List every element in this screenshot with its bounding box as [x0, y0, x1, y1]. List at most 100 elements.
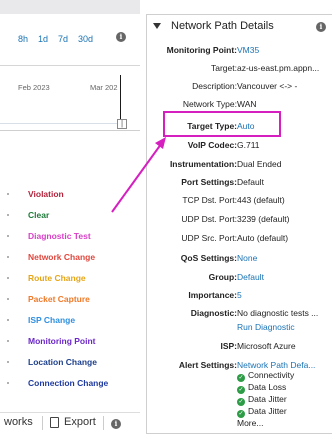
- chart-baseline: [0, 123, 118, 124]
- detail-link[interactable]: VM35: [237, 45, 332, 55]
- divider: [42, 416, 43, 430]
- legend-network-change: Network Change: [28, 252, 96, 262]
- detail-link[interactable]: Network Path Defa...: [237, 360, 332, 370]
- legend-diagnostic-test: Diagnostic Test: [28, 231, 91, 241]
- detail-link[interactable]: 5: [237, 290, 332, 300]
- legend-packet-capture: Packet Capture: [28, 294, 90, 304]
- detail-row: Monitoring Point: VM35: [147, 43, 332, 57]
- detail-value: 3239 (default): [237, 214, 290, 224]
- detail-value: G.711: [237, 140, 260, 150]
- collapse-triangle-icon[interactable]: [153, 23, 161, 29]
- alert-check-item: ✓ Data Jitter: [237, 406, 287, 418]
- export-button[interactable]: Export: [64, 416, 96, 428]
- info-icon[interactable]: i: [116, 32, 126, 42]
- legend-monitoring-point: Monitoring Point: [28, 336, 96, 346]
- legend-isp-change: ISP Change: [28, 315, 76, 325]
- timeframe-30d[interactable]: 30d: [78, 34, 93, 44]
- detail-row: ISP: Microsoft Azure: [147, 339, 332, 353]
- check-circle-icon: ✓: [237, 386, 245, 394]
- timeframe-toolbar: 8h 1d 7d 30d i: [0, 14, 140, 66]
- alert-check-item: ✓ Data Loss: [237, 382, 286, 394]
- detail-row: Instrumentation: Dual Ended: [147, 157, 332, 171]
- timeframe-8h[interactable]: 8h: [18, 34, 28, 44]
- detail-label: Port Settings:: [181, 177, 237, 187]
- alert-check-label: Data Jitter: [248, 406, 287, 416]
- more-link[interactable]: More...: [237, 418, 263, 428]
- detail-label: UDP Src. Port:: [181, 233, 237, 243]
- legend-connection-change: Connection Change: [28, 378, 109, 388]
- axis-label-mar: Mar 202: [90, 83, 118, 92]
- detail-row: UDP Src. Port: Auto (default): [147, 231, 332, 245]
- detail-value: Microsoft Azure: [237, 341, 296, 351]
- detail-row: Group: Default: [147, 270, 332, 284]
- detail-label: Diagnostic:: [190, 308, 237, 318]
- detail-label: Target:: [211, 63, 237, 73]
- networks-button[interactable]: works: [4, 416, 33, 428]
- detail-label: Monitoring Point:: [166, 45, 237, 55]
- detail-label: Network Type:: [182, 99, 237, 109]
- legend-clear: Clear: [28, 210, 50, 220]
- info-icon[interactable]: i: [316, 22, 326, 32]
- detail-row: Target: az-us-east.pm.appn...: [147, 61, 332, 75]
- legend-dot: [7, 235, 9, 237]
- check-circle-icon: ✓: [237, 398, 245, 406]
- alert-check-item: ✓ Data Jitter: [237, 394, 287, 406]
- detail-label: TCP Dst. Port:: [182, 195, 237, 205]
- detail-link[interactable]: Default: [237, 272, 332, 282]
- bottom-toolbar: works Export i: [0, 412, 140, 432]
- legend-route-change: Route Change: [28, 273, 86, 283]
- detail-value: Auto (default): [237, 233, 289, 243]
- highlight-box: [163, 111, 281, 137]
- detail-value: Dual Ended: [237, 159, 282, 169]
- detail-row: Diagnostic: No diagnostic tests ...: [147, 306, 332, 320]
- panel-header[interactable]: Network Path Details i: [147, 15, 332, 39]
- alert-check-label: Connectivity: [248, 370, 295, 380]
- detail-label: QoS Settings:: [180, 253, 237, 263]
- legend-dot: [7, 361, 9, 363]
- legend-dot: [7, 256, 9, 258]
- check-circle-icon: ✓: [237, 410, 245, 418]
- detail-value: Vancouver <-> -: [237, 81, 298, 91]
- check-circle-icon: ✓: [237, 374, 245, 382]
- detail-row: TCP Dst. Port: 443 (default): [147, 193, 332, 207]
- alert-check-item: ✓ Connectivity: [237, 370, 294, 382]
- detail-row: QoS Settings: None: [147, 251, 332, 265]
- detail-label: Importance:: [188, 290, 237, 300]
- document-icon: [50, 417, 59, 428]
- detail-label: Group:: [208, 272, 237, 282]
- detail-link[interactable]: Run Diagnostic: [237, 322, 332, 332]
- detail-row: UDP Dst. Port: 3239 (default): [147, 212, 332, 226]
- legend-dot: [7, 193, 9, 195]
- detail-value: No diagnostic tests ...: [237, 308, 319, 318]
- detail-label: Instrumentation:: [169, 159, 237, 169]
- detail-value: WAN: [237, 99, 257, 109]
- detail-row: VoIP Codec: G.711: [147, 138, 332, 152]
- axis-label-feb: Feb 2023: [18, 83, 50, 92]
- legend-dot: [7, 214, 9, 216]
- timeframe-1d[interactable]: 1d: [38, 34, 48, 44]
- legend-dot: [7, 382, 9, 384]
- alert-check-label: Data Jitter: [248, 394, 287, 404]
- detail-value: az-us-east.pm.appn...: [237, 63, 320, 73]
- detail-row: Port Settings: Default: [147, 175, 332, 189]
- detail-label: UDP Dst. Port:: [181, 214, 237, 224]
- legend-dot: [7, 340, 9, 342]
- detail-row: Run Diagnostic: [147, 320, 332, 334]
- detail-label: Description:: [192, 81, 237, 91]
- timeframe-7d[interactable]: 7d: [58, 34, 68, 44]
- network-path-details-panel: Network Path Details i Monitoring Point:…: [146, 14, 332, 434]
- panel-title: Network Path Details: [171, 20, 274, 32]
- legend-violation: Violation: [28, 189, 64, 199]
- alert-check-label: Data Loss: [248, 382, 287, 392]
- detail-label: VoIP Codec:: [187, 140, 237, 150]
- detail-row: Description: Vancouver <-> -: [147, 79, 332, 93]
- legend-dot: [7, 319, 9, 321]
- legend-location-change: Location Change: [28, 357, 97, 367]
- info-icon[interactable]: i: [111, 419, 121, 429]
- top-strip: [0, 0, 140, 14]
- detail-link[interactable]: None: [237, 253, 332, 263]
- timeline-chart: Feb 2023 Mar 202 |: [0, 67, 140, 131]
- drag-handle[interactable]: |: [117, 119, 127, 129]
- legend-dot: [7, 298, 9, 300]
- detail-row: Network Type: WAN: [147, 97, 332, 111]
